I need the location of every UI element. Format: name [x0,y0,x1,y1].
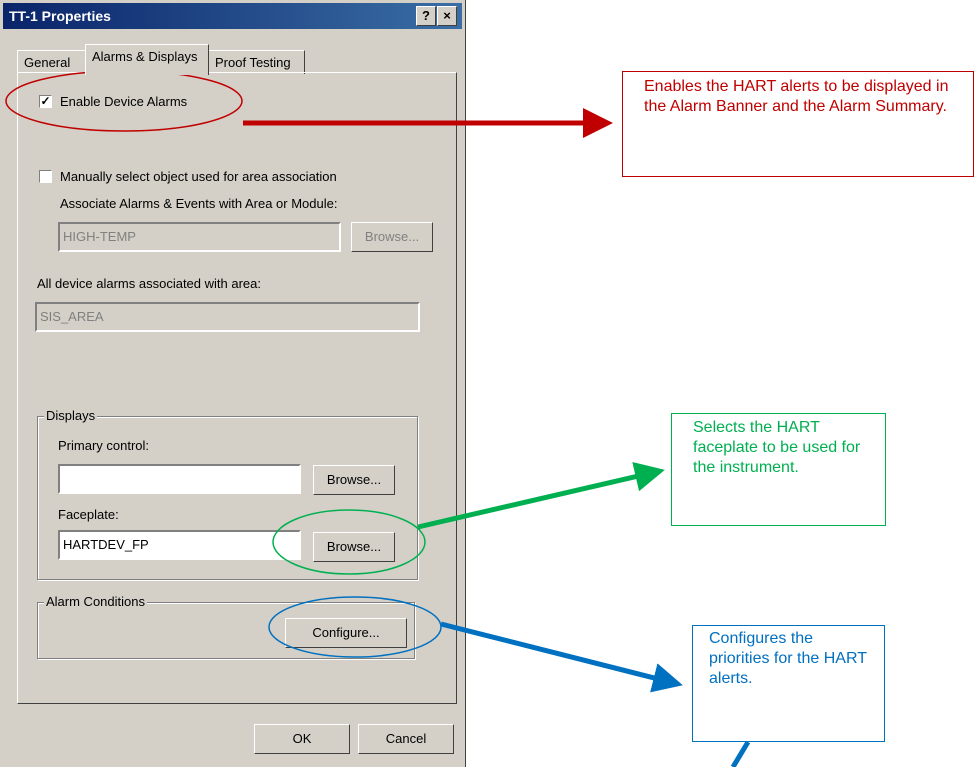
annotation-overlay [5,70,751,767]
extra-arrow-fragment [730,740,751,767]
faceplate-highlight-ellipse [272,509,426,575]
configure-highlight-ellipse [268,596,442,658]
tab-alarms-displays[interactable]: Alarms & Displays [85,44,209,75]
faceplate-arrow [417,462,665,530]
configure-arrow [440,621,683,693]
alarms-highlight-ellipse [5,70,243,132]
